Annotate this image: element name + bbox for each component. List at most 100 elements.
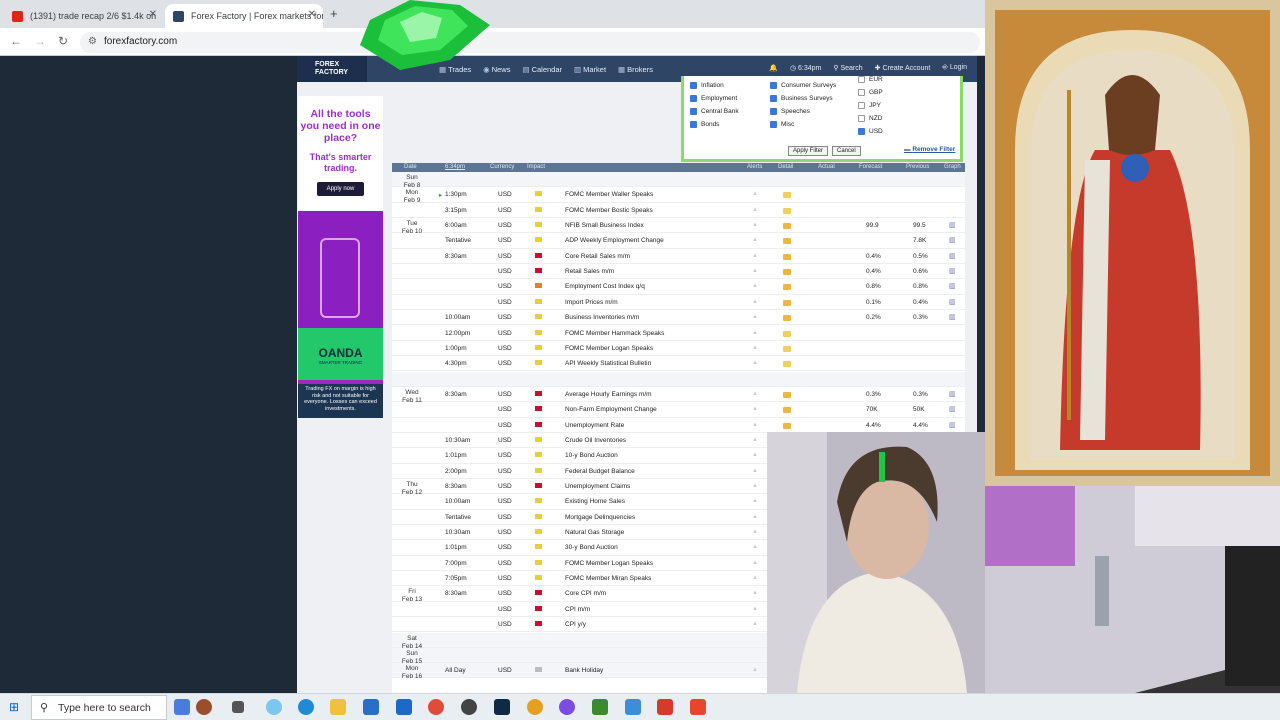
- calendar-row[interactable]: USD Import Prices m/m ▲ 0.1% 0.4% ▥: [392, 295, 965, 311]
- alert-bell-icon[interactable]: ▲: [752, 345, 758, 351]
- mail-icon[interactable]: [396, 699, 412, 715]
- filter-option[interactable]: Speeches: [770, 105, 836, 118]
- nav-market[interactable]: ▥ Market: [574, 65, 606, 74]
- alert-bell-icon[interactable]: ▲: [752, 437, 758, 443]
- app-icon[interactable]: [461, 699, 477, 715]
- filter-option[interactable]: JPY: [858, 99, 883, 112]
- alert-bell-icon[interactable]: ▲: [752, 514, 758, 520]
- alert-bell-icon[interactable]: ▲: [752, 299, 758, 305]
- checkbox[interactable]: [858, 76, 865, 83]
- close-icon[interactable]: ✕: [149, 9, 157, 20]
- filter-option[interactable]: Consumer Surveys: [770, 79, 836, 92]
- detail-folder-icon[interactable]: [783, 223, 791, 230]
- alert-bell-icon[interactable]: ▲: [752, 498, 758, 504]
- event-title[interactable]: Crude Oil Inventories: [565, 437, 626, 444]
- checkbox[interactable]: [690, 108, 697, 115]
- event-title[interactable]: Natural Gas Storage: [565, 529, 624, 536]
- calendar-row[interactable]: Tentative USD ADP Weekly Employment Change…: [392, 233, 965, 249]
- app-icon[interactable]: [690, 699, 706, 715]
- event-title[interactable]: FOMC Member Hammack Speaks: [565, 330, 664, 337]
- checkbox[interactable]: [770, 95, 777, 102]
- alert-bell-icon[interactable]: ▲: [752, 406, 758, 412]
- tab-forexfactory[interactable]: Forex Factory | Forex markets for ✕: [165, 4, 323, 28]
- event-title[interactable]: Mortgage Delinquencies: [565, 514, 635, 521]
- filter-option[interactable]: NZD: [858, 112, 883, 125]
- filter-option[interactable]: Misc: [770, 118, 836, 131]
- checkbox[interactable]: [770, 121, 777, 128]
- minecraft-icon[interactable]: [592, 699, 608, 715]
- copilot-icon[interactable]: [266, 699, 282, 715]
- forward-icon[interactable]: →: [34, 34, 46, 48]
- calendar-row[interactable]: USD Non-Farm Employment Change ▲ 70K 50K ▥: [392, 402, 965, 418]
- detail-folder-icon[interactable]: [783, 391, 791, 398]
- event-title[interactable]: Federal Budget Balance: [565, 468, 635, 475]
- alert-bell-icon[interactable]: ▲: [752, 391, 758, 397]
- event-title[interactable]: FOMC Member Waller Speaks: [565, 191, 653, 198]
- football-icon[interactable]: [196, 699, 212, 715]
- graph-icon[interactable]: ▥: [949, 282, 956, 290]
- filter-option[interactable]: Inflation: [690, 79, 739, 92]
- calendar-row[interactable]: 4:30pm USD API Weekly Statistical Bulletin…: [392, 356, 965, 372]
- checkbox[interactable]: [858, 128, 865, 135]
- checkbox[interactable]: [770, 82, 777, 89]
- new-tab-button[interactable]: +: [330, 6, 338, 21]
- event-title[interactable]: Bank Holiday: [565, 667, 603, 674]
- checkbox[interactable]: [690, 95, 697, 102]
- task-view-icon[interactable]: [232, 701, 244, 713]
- widget-icon[interactable]: [174, 699, 190, 715]
- detail-folder-icon[interactable]: [783, 407, 791, 414]
- event-title[interactable]: Non-Farm Employment Change: [565, 406, 657, 413]
- alert-bell-icon[interactable]: ▲: [752, 330, 758, 336]
- cancel-button[interactable]: Cancel: [832, 146, 861, 156]
- detail-folder-icon[interactable]: [783, 330, 791, 337]
- filter-option[interactable]: Employment: [690, 92, 739, 105]
- detail-folder-icon[interactable]: [783, 253, 791, 260]
- create-account-link[interactable]: ✚ Create Account: [875, 64, 931, 72]
- detail-folder-icon[interactable]: [783, 422, 791, 429]
- alert-bell-icon[interactable]: ▲: [752, 667, 758, 673]
- graph-icon[interactable]: ▥: [949, 421, 956, 429]
- alert-bell-icon[interactable]: ▲: [752, 544, 758, 550]
- event-title[interactable]: NFIB Small Business Index: [565, 222, 644, 229]
- calendar-row[interactable]: USD Unemployment Rate ▲ 4.4% 4.4% ▥: [392, 418, 965, 433]
- tab-youtube[interactable]: (1391) trade recap 2/6 $1.4k on ✕: [4, 4, 164, 28]
- oanda-ad[interactable]: All the tools you need in one place? Tha…: [298, 96, 383, 418]
- detail-folder-icon[interactable]: [783, 192, 791, 199]
- store-icon[interactable]: [363, 699, 379, 715]
- alert-bell-icon[interactable]: ▲: [752, 529, 758, 535]
- alert-bell-icon[interactable]: ▲: [752, 422, 758, 428]
- filter-option[interactable]: Central Bank: [690, 105, 739, 118]
- event-title[interactable]: Unemployment Rate: [565, 422, 624, 429]
- app-icon[interactable]: [527, 699, 543, 715]
- graph-icon[interactable]: ▥: [949, 267, 956, 275]
- calendar-row[interactable]: 8:30am USD Core Retail Sales m/m ▲ 0.4% 0.5% ▥: [392, 249, 965, 265]
- event-title[interactable]: Existing Home Sales: [565, 498, 625, 505]
- event-title[interactable]: Business Inventories m/m: [565, 314, 639, 321]
- tradingview-icon[interactable]: [494, 699, 510, 715]
- alert-bell-icon[interactable]: ▲: [752, 253, 758, 259]
- chrome-icon[interactable]: [428, 699, 444, 715]
- calendar-row[interactable]: USD Employment Cost Index q/q ▲ 0.8% 0.8% ▥: [392, 279, 965, 295]
- ad-apply-button[interactable]: Apply now: [316, 182, 365, 196]
- reload-icon[interactable]: ↻: [58, 34, 68, 48]
- nav-calendar[interactable]: ▤ Calendar: [522, 65, 562, 74]
- graph-icon[interactable]: ▥: [949, 405, 956, 413]
- app-icon[interactable]: [657, 699, 673, 715]
- detail-folder-icon[interactable]: [783, 207, 791, 214]
- filter-option[interactable]: USD: [858, 125, 883, 138]
- calendar-row[interactable]: Tue Feb 10 6:00am USD NFIB Small Business In…: [392, 218, 965, 235]
- alert-bell-icon[interactable]: ▲: [752, 590, 758, 596]
- detail-folder-icon[interactable]: [783, 284, 791, 291]
- checkbox[interactable]: [770, 108, 777, 115]
- calendar-row[interactable]: 3:15pm USD FOMC Member Bostic Speaks ▲: [392, 203, 965, 218]
- alert-bell-icon[interactable]: ▲: [752, 575, 758, 581]
- alert-bell-icon[interactable]: ▲: [752, 207, 758, 213]
- graph-icon[interactable]: ▥: [949, 390, 956, 398]
- calendar-row[interactable]: [392, 371, 965, 387]
- calendar-row[interactable]: 10:00am USD Business Inventories m/m ▲ 0.2% 0…: [392, 310, 965, 326]
- event-title[interactable]: FOMC Member Logan Speaks: [565, 345, 653, 352]
- checkbox[interactable]: [858, 102, 865, 109]
- alert-bell-icon[interactable]: ▲: [752, 468, 758, 474]
- alert-bell-icon[interactable]: ▲: [752, 314, 758, 320]
- clock[interactable]: ◷ 6:34pm: [790, 64, 821, 72]
